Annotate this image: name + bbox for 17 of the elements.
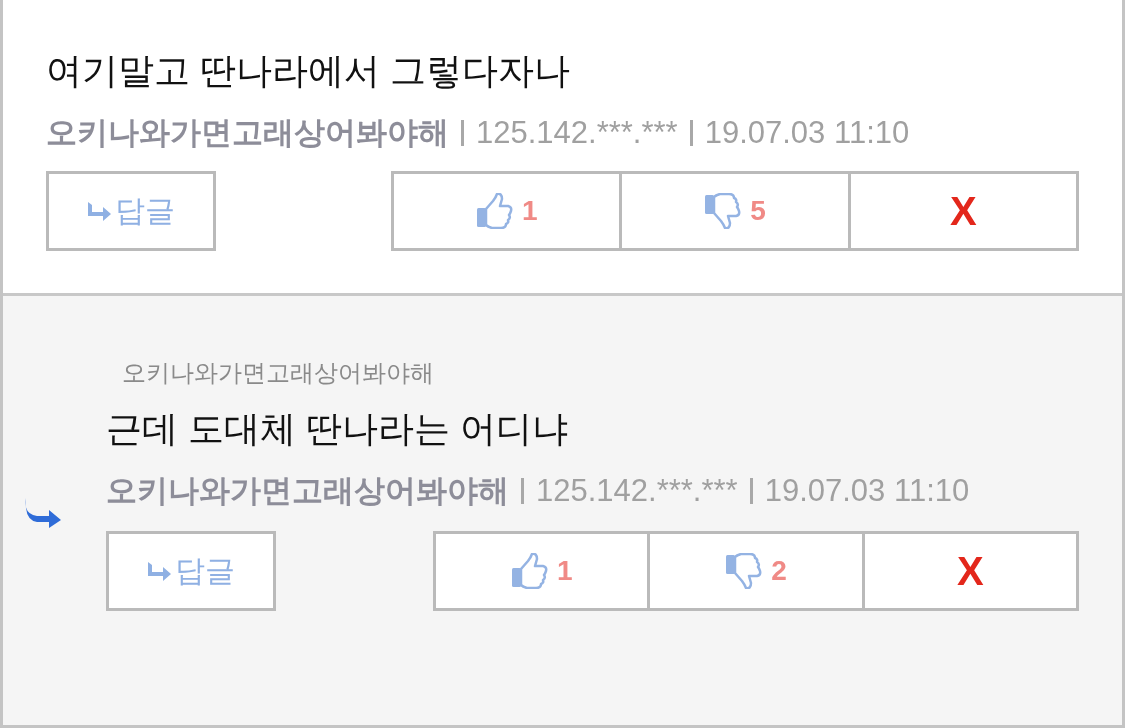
reply-arrow-icon [87, 201, 113, 221]
reply-to-author: 오키나와가면고래상어봐야해 [122, 358, 435, 388]
comment-text: 여기말고 딴나라에서 그렇다자나 [46, 49, 571, 93]
ip-address: 125.142.***.*** [476, 115, 678, 150]
thumbs-down-icon [704, 193, 743, 229]
author-name: 오키나와가면고래상어봐야해 [106, 473, 509, 508]
comment-date: 19.07.03 11:10 [764, 473, 970, 508]
comment-date: 19.07.03 11:10 [704, 115, 910, 150]
reply-button[interactable]: 답글 [106, 531, 276, 611]
thumbs-up-icon [510, 553, 549, 589]
comment-text: 근데 도대체 딴나라는 어디냐 [106, 407, 569, 451]
reply-button[interactable]: 답글 [46, 171, 216, 251]
reply-arrow-icon [147, 561, 173, 581]
ip-address: 125.142.***.*** [536, 473, 738, 508]
thumbs-up-icon [475, 193, 514, 229]
author-name: 오키나와가면고래상어봐야해 [46, 115, 449, 150]
thumbs-down-icon [725, 553, 764, 589]
